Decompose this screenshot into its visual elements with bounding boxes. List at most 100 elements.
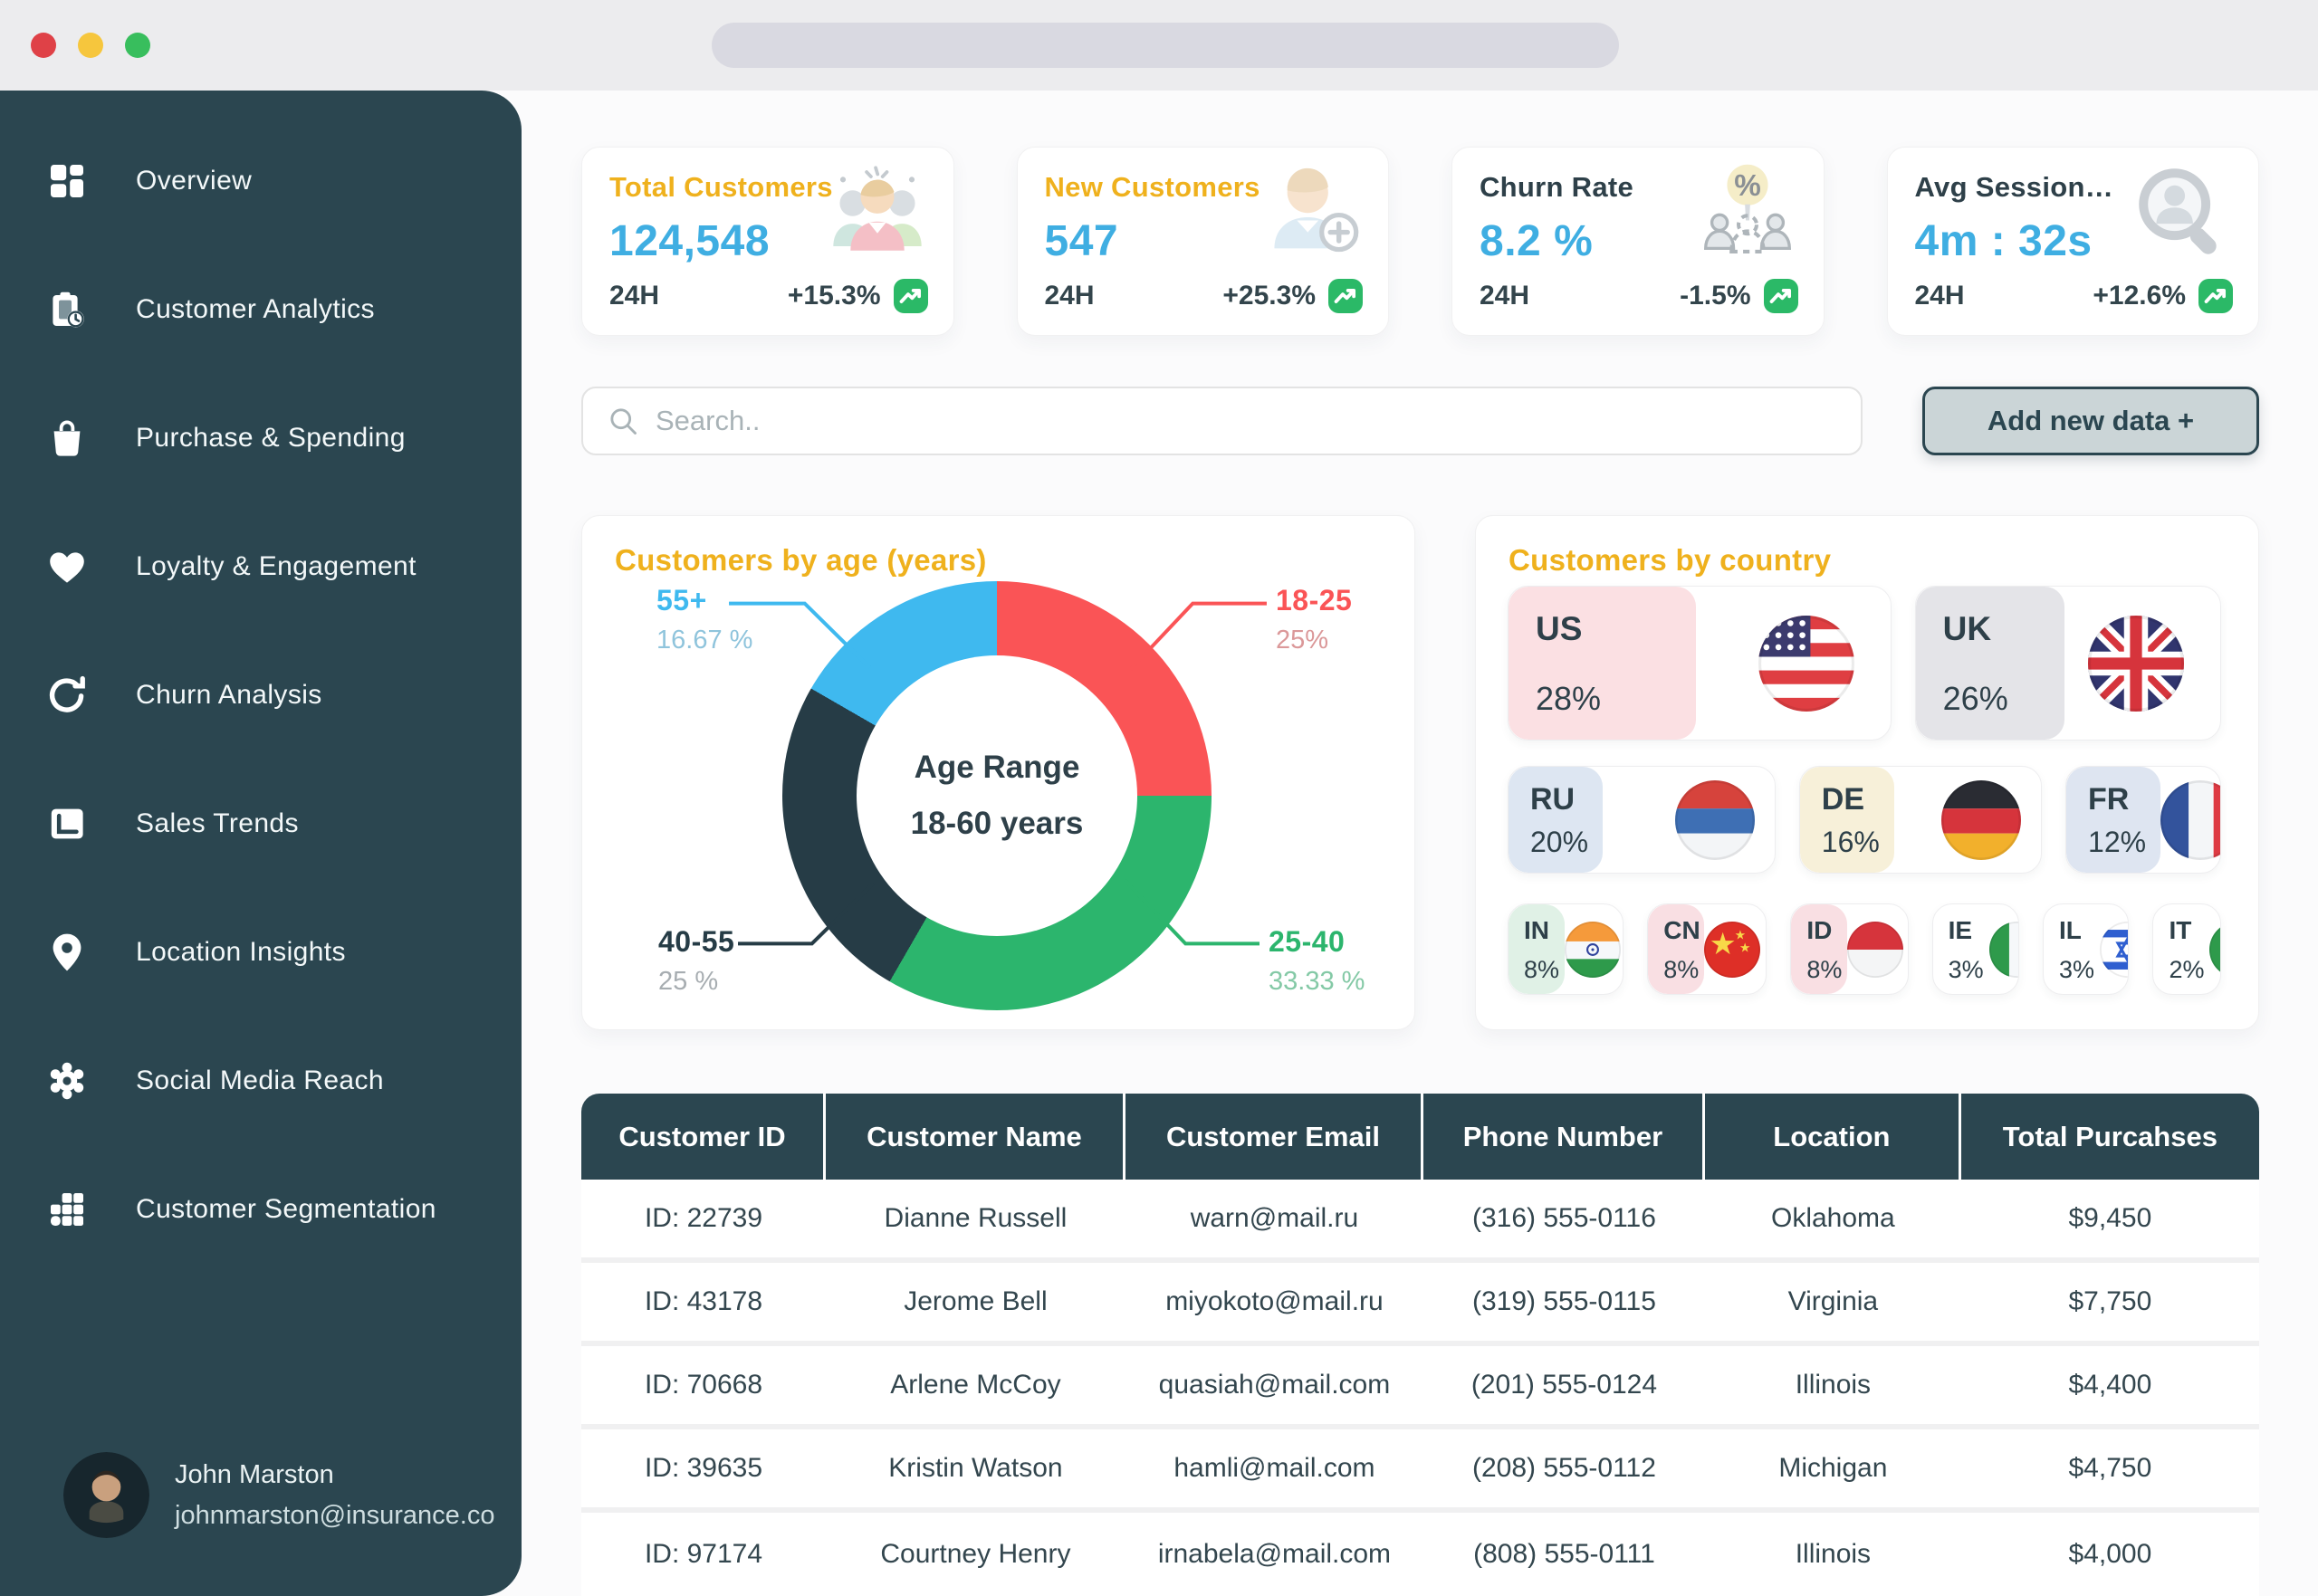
table-header-cell: Phone Number [1423, 1094, 1705, 1180]
country-code: CN [1663, 916, 1704, 945]
ru-flag-icon [1675, 780, 1755, 860]
country-tile-il: IL 3% [2043, 903, 2129, 995]
country-tile-tint: CN8% [1648, 904, 1704, 994]
customers-by-age-card: Customers by age (years) Age Range 18-60… [581, 515, 1415, 1030]
table-row: ID: 97174Courtney Henryirnabela@mail.com… [581, 1513, 2259, 1596]
sidebar-item-overview[interactable]: Overview [45, 152, 522, 210]
in-flag-icon [1565, 922, 1621, 978]
stat-cards: Total Customers124,54824H+15.3%New Custo… [581, 147, 2259, 336]
table-cell: irnabela@mail.com [1125, 1513, 1423, 1596]
country-percent: 26% [1943, 680, 2065, 718]
country-percent: 3% [2059, 956, 2100, 984]
table-cell: Jerome Bell [826, 1263, 1125, 1341]
country-percent: 2% [2169, 956, 2209, 984]
age-segment-percent: 25 % [658, 967, 734, 997]
country-tile-tint: IE3% [1933, 904, 1989, 994]
stat-period: 24H [1915, 281, 1965, 311]
age-segment-range: 25-40 [1269, 925, 1365, 959]
country-tile-uk: UK26% [1915, 586, 2221, 741]
sidebar-item-purchase-spending[interactable]: Purchase & Spending [45, 409, 522, 467]
il-flag-icon [2100, 922, 2129, 978]
table-cell: Dianne Russell [826, 1180, 1125, 1257]
stat-change: +15.3% [788, 279, 928, 313]
search-box[interactable] [581, 387, 1863, 455]
country-code: IE [1949, 916, 1989, 945]
sidebar-item-label: Churn Analysis [136, 680, 322, 711]
country-tile-in: IN8% [1508, 903, 1624, 995]
age-segment-range: 40-55 [658, 925, 734, 959]
person-add-icon [1258, 160, 1366, 263]
table-row: ID: 43178Jerome Bellmiyokoto@mail.ru(319… [581, 1263, 2259, 1346]
traffic-light-zoom-icon[interactable] [125, 33, 150, 58]
table-cell: Kristin Watson [826, 1429, 1125, 1507]
country-code: US [1536, 610, 1696, 648]
refresh-icon [45, 674, 89, 717]
sidebar-item-location-insights[interactable]: Location Insights [45, 923, 522, 981]
country-code: ID [1806, 916, 1847, 945]
traffic-light-close-icon[interactable] [31, 33, 56, 58]
country-tile-tint: DE16% [1800, 767, 1894, 873]
table-cell: (208) 555-0112 [1423, 1429, 1705, 1507]
sidebar-item-loyalty-engagement[interactable]: Loyalty & Engagement [45, 538, 522, 596]
table-cell: (319) 555-0115 [1423, 1263, 1705, 1341]
country-tile-it: IT2% [2152, 903, 2221, 995]
grid-9-icon [45, 1188, 89, 1231]
country-percent: 8% [1524, 956, 1565, 984]
country-percent: 16% [1822, 826, 1894, 859]
country-code: IL [2059, 916, 2100, 945]
table-cell: Courtney Henry [826, 1513, 1125, 1596]
sidebar-item-sales-trends[interactable]: Sales Trends [45, 795, 522, 853]
stat-change: -1.5% [1680, 279, 1797, 313]
table-cell: $9,450 [1961, 1180, 2259, 1257]
svg-text:★: ★ [1739, 941, 1751, 955]
search-input[interactable] [656, 405, 1837, 437]
table-cell: (201) 555-0124 [1423, 1346, 1705, 1424]
grid-icon [45, 159, 89, 203]
table-cell: Virginia [1705, 1263, 1961, 1341]
age-segment-label: 40-55 25 % [658, 925, 734, 997]
stat-period: 24H [609, 281, 659, 311]
address-bar[interactable] [712, 23, 1619, 68]
sidebar-item-churn-analysis[interactable]: Churn Analysis [45, 666, 522, 724]
window-titlebar [0, 0, 2318, 91]
sidebar-item-customer-analytics[interactable]: Customer Analytics [45, 281, 522, 339]
table-cell: warn@mail.ru [1125, 1180, 1423, 1257]
stat-card-churn-rate: Churn Rate8.2 %%24H-1.5% [1451, 147, 1825, 336]
heart-icon [45, 545, 89, 588]
cn-flag-icon: ★★★ [1704, 922, 1760, 978]
country-percent: 12% [2088, 826, 2160, 859]
svg-text:★: ★ [1710, 928, 1737, 961]
stat-card-total-customers: Total Customers124,54824H+15.3% [581, 147, 954, 336]
age-segment-percent: 25% [1276, 626, 1352, 655]
stat-period: 24H [1480, 281, 1529, 311]
country-code: RU [1530, 782, 1603, 817]
sidebar-item-customer-segmentation[interactable]: Customer Segmentation [45, 1180, 522, 1238]
it-flag-icon [2209, 922, 2221, 978]
country-percent: 20% [1530, 826, 1603, 859]
country-tile-tint: IT2% [2153, 904, 2209, 994]
table-cell: ID: 39635 [581, 1429, 826, 1507]
age-segment-label: 25-40 33.33 % [1269, 925, 1365, 997]
sidebar-item-social-media-reach[interactable]: Social Media Reach [45, 1052, 522, 1110]
age-segment-range: 18-25 [1276, 584, 1352, 617]
stat-change-value: -1.5% [1680, 281, 1750, 311]
country-code: FR [2088, 782, 2160, 817]
search-icon [607, 405, 639, 437]
table-cell: Arlene McCoy [826, 1346, 1125, 1424]
age-segment-percent: 33.33 % [1269, 967, 1365, 997]
sidebar-item-label: Location Insights [136, 937, 346, 968]
sidebar-item-label: Social Media Reach [136, 1066, 384, 1096]
country-percent: 28% [1536, 680, 1696, 718]
window-controls [0, 33, 150, 58]
add-new-data-button[interactable]: Add new data + [1922, 387, 2259, 455]
traffic-light-minimize-icon[interactable] [78, 33, 103, 58]
table-cell: Michigan [1705, 1429, 1961, 1507]
search-row: Add new data + [581, 387, 2259, 455]
table-cell: quasiah@mail.com [1125, 1346, 1423, 1424]
table-cell: Illinois [1705, 1346, 1961, 1424]
fr-flag-icon [2160, 780, 2221, 860]
user-profile[interactable]: John Marston johnmarston@insurance.co [63, 1452, 494, 1538]
country-tile-ie: IE3% [1932, 903, 2019, 995]
country-tile-tint: RU 20% [1509, 767, 1603, 873]
table-cell: (808) 555-0111 [1423, 1513, 1705, 1596]
